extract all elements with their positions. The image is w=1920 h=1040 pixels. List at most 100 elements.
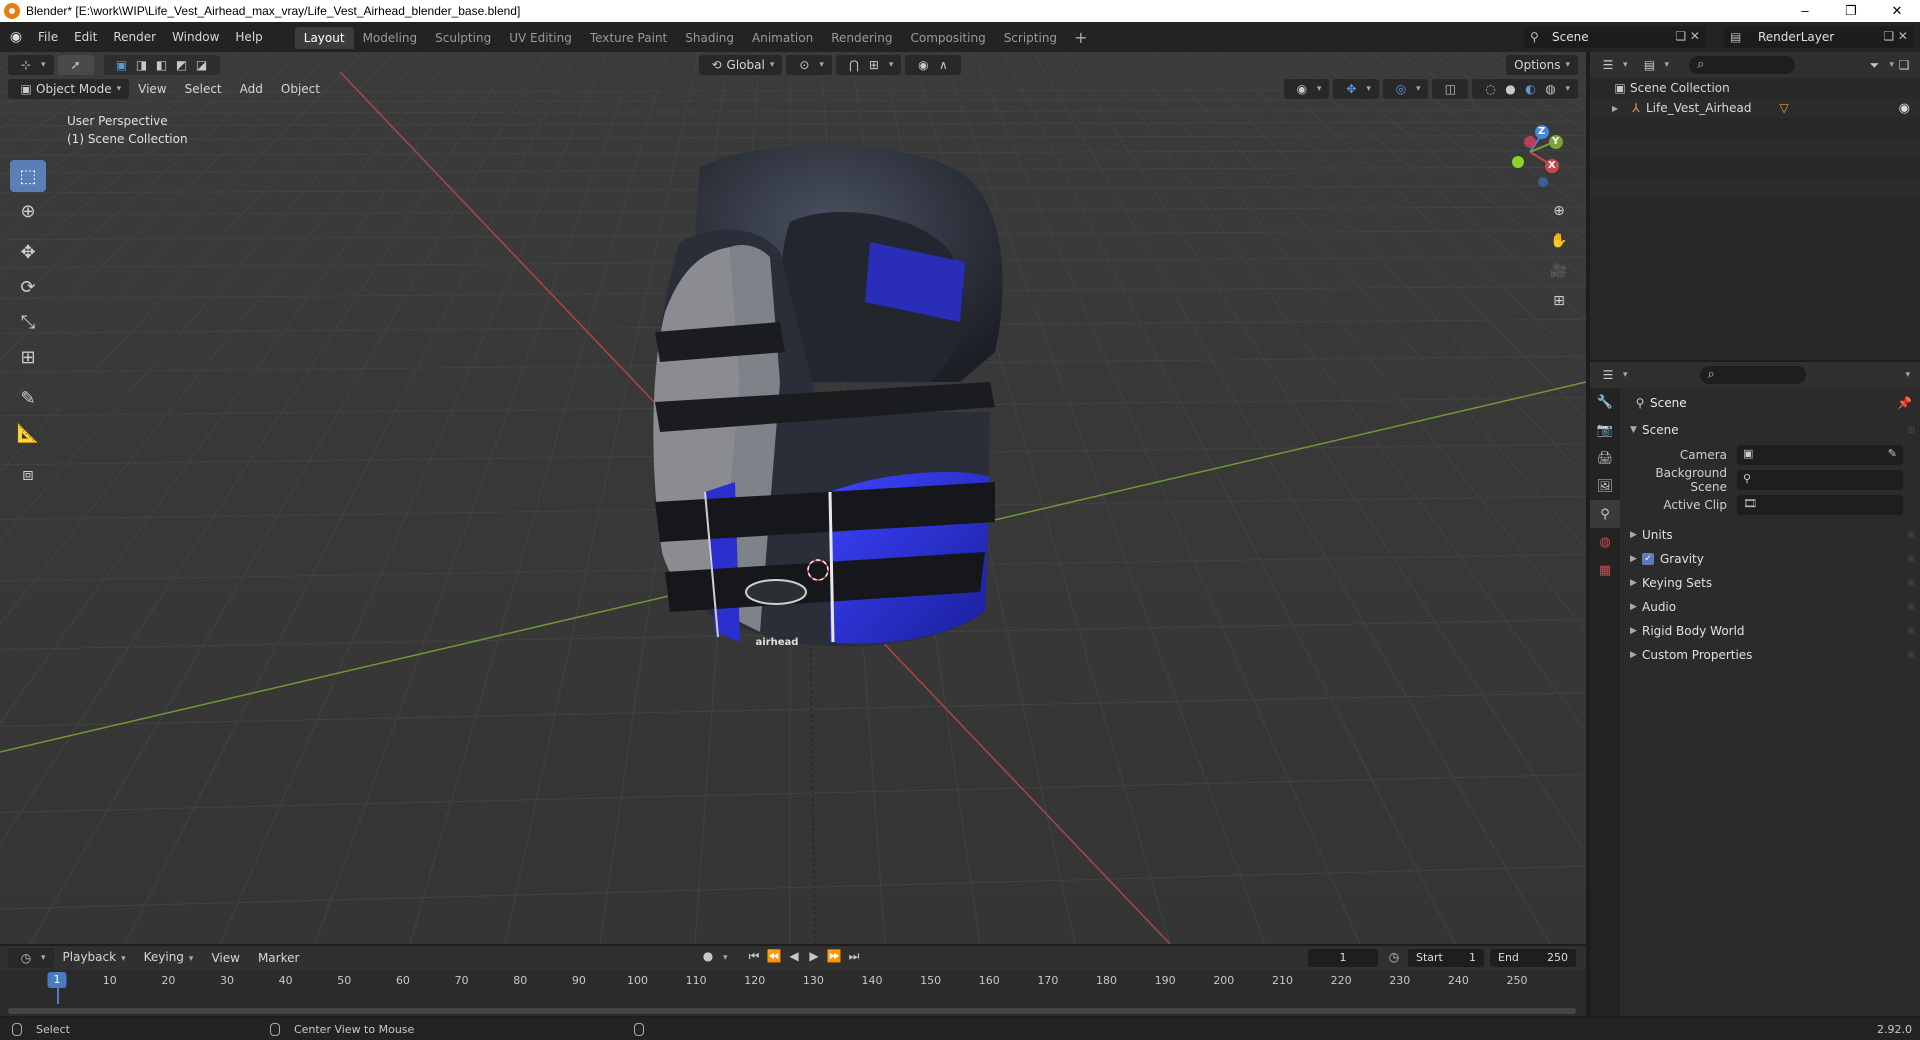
add-cube-tool-icon[interactable]: ⧈ [10, 458, 46, 490]
select-tool-button[interactable]: ➚ [57, 55, 94, 75]
menu-select[interactable]: Select [176, 79, 231, 99]
menu-keying[interactable]: Keying ▾ [135, 947, 203, 969]
drag-grip-icon[interactable]: ⁞⁞⁞ [1907, 602, 1914, 613]
minimize-button[interactable]: – [1782, 0, 1828, 22]
display-mode-icon[interactable]: ▤ [1640, 58, 1660, 72]
camera-field[interactable]: ▣ ✎ [1737, 444, 1903, 465]
drag-grip-icon[interactable]: ⁞⁞⁞ [1907, 650, 1914, 661]
eyedropper-icon[interactable]: ✎ [1888, 447, 1897, 460]
blender-menu-icon[interactable]: ◉ [6, 28, 26, 46]
tab-texture-paint[interactable]: Texture Paint [581, 27, 676, 49]
cursor-tool-icon[interactable]: ⊕ [10, 195, 46, 227]
tab-modeling[interactable]: Modeling [354, 27, 427, 49]
menu-add[interactable]: Add [231, 79, 272, 99]
perspective-toggle-icon[interactable]: ⊞ [1544, 286, 1574, 316]
timeline-ruler[interactable]: 1 10 20 30 40 50 60 70 80 90 100 110 120 130 140 150 160… [0, 970, 1586, 1004]
snap-toggle[interactable]: ⋂ ⊞ ▾ [835, 55, 902, 75]
scene-selector[interactable]: ⚲ Scene ❏ ✕ [1524, 26, 1706, 48]
expand-arrow-icon[interactable]: ▶ [1612, 104, 1626, 113]
editor-type-button[interactable]: ⊹ ▾ [8, 55, 54, 75]
play-icon[interactable]: ▶ [804, 949, 824, 964]
camera-view-icon[interactable]: 🎥 [1544, 256, 1574, 286]
current-frame-field[interactable]: 1 [1308, 949, 1378, 967]
3d-viewport[interactable]: airhead ⊹ ▾ ➚ ▣ ◨ ◧ ◩ ◪ ⟲ Global ▾ ⊙ ▾ ⋂ ⊞ ▾ ◉ ∧ Op… [0, 52, 1586, 944]
close-button[interactable]: ✕ [1874, 0, 1920, 22]
pin-icon[interactable]: 📌 [1897, 396, 1912, 410]
tool-tab-icon[interactable]: 🔧 [1590, 388, 1620, 416]
panel-custom-properties[interactable]: ▶ Custom Properties ⁞⁞⁞ [1622, 643, 1920, 667]
gizmo-toggle[interactable]: ✥ ▾ [1333, 79, 1379, 99]
zoom-icon[interactable]: ⊕ [1544, 196, 1574, 226]
jump-start-icon[interactable]: ⏮ [744, 949, 764, 964]
scene-tab-icon[interactable]: ⚲ [1590, 500, 1620, 528]
current-frame-marker[interactable]: 1 [47, 972, 67, 988]
options-dropdown[interactable]: Options ▾ [1506, 55, 1578, 75]
texture-tab-icon[interactable]: ▦ [1590, 556, 1620, 584]
transform-orientation-dropdown[interactable]: ⟲ Global ▾ [698, 55, 783, 75]
prev-keyframe-icon[interactable]: ⏪ [764, 949, 784, 964]
pan-hand-icon[interactable]: ✋ [1544, 226, 1574, 256]
panel-rigid-body-world[interactable]: ▶ Rigid Body World ⁞⁞⁞ [1622, 619, 1920, 643]
options-chevron-icon[interactable]: ▾ [1905, 370, 1910, 380]
play-reverse-icon[interactable]: ◀ [784, 949, 804, 964]
overlay-toggle[interactable]: ◎ ▾ [1382, 79, 1429, 99]
select-box-tool-icon[interactable]: ⬚ [10, 160, 46, 192]
annotate-tool-icon[interactable]: ✎ [10, 382, 46, 414]
menu-object[interactable]: Object [272, 79, 329, 99]
panel-gravity[interactable]: ▶ ✓ Gravity ⁞⁞⁞ [1622, 547, 1920, 571]
timeline-scrollbar[interactable] [8, 1008, 1576, 1014]
panel-keying-sets[interactable]: ▶ Keying Sets ⁞⁞⁞ [1622, 571, 1920, 595]
menu-edit[interactable]: Edit [66, 22, 105, 52]
next-keyframe-icon[interactable]: ⏩ [824, 949, 844, 964]
visibility-dropdown[interactable]: ◉ ▾ [1283, 79, 1330, 99]
start-frame-field[interactable]: Start 1 [1408, 949, 1484, 967]
drag-grip-icon[interactable]: ⁞⁞⁞ [1907, 425, 1914, 436]
shading-modes[interactable]: ◌ ● ◐ ◍ ▾ [1472, 79, 1578, 99]
render-tab-icon[interactable]: 📷 [1590, 416, 1620, 444]
properties-search-input[interactable] [1699, 366, 1806, 384]
render-layer-selector[interactable]: ▤ RenderLayer ❏ ✕ [1724, 26, 1914, 48]
tab-compositing[interactable]: Compositing [901, 27, 994, 49]
menu-view[interactable]: View [129, 79, 175, 99]
panel-units[interactable]: ▶ Units ⁞⁞⁞ [1622, 523, 1920, 547]
visibility-eye-icon[interactable]: ◉ [1899, 101, 1910, 116]
gravity-checkbox[interactable]: ✓ [1642, 553, 1654, 565]
auto-keying-icon[interactable]: ● ▾ [698, 949, 728, 963]
move-tool-icon[interactable]: ✥ [10, 236, 46, 268]
jump-end-icon[interactable]: ⏭ [844, 949, 864, 964]
panel-audio[interactable]: ▶ Audio ⁞⁞⁞ [1622, 595, 1920, 619]
menu-file[interactable]: File [30, 22, 66, 52]
mode-dropdown[interactable]: ▣ Object Mode ▾ [8, 79, 130, 99]
menu-render[interactable]: Render [105, 22, 164, 52]
properties-editor-icon[interactable]: ☰ [1598, 368, 1618, 382]
preview-range-icon[interactable]: ◷ [1384, 950, 1404, 964]
tab-uv-editing[interactable]: UV Editing [500, 27, 581, 49]
tab-scripting[interactable]: Scripting [995, 27, 1066, 49]
drag-grip-icon[interactable]: ⁞⁞⁞ [1907, 578, 1914, 589]
scene-copy-icon[interactable]: ❏ ✕ [1675, 29, 1700, 43]
world-tab-icon[interactable]: ◍ [1590, 528, 1620, 556]
drag-grip-icon[interactable]: ⁞⁞⁞ [1907, 626, 1914, 637]
menu-playback[interactable]: Playback ▾ [54, 947, 135, 969]
outliner-search-input[interactable] [1689, 56, 1796, 74]
active-clip-field[interactable]: 🎞 [1737, 494, 1903, 515]
restore-button[interactable]: ❐ [1828, 0, 1874, 22]
measure-tool-icon[interactable]: 📐 [10, 417, 46, 449]
navigation-gizmo[interactable] [1490, 112, 1570, 192]
transform-tool-icon[interactable]: ⊞ [10, 341, 46, 373]
tab-sculpting[interactable]: Sculpting [426, 27, 500, 49]
timeline-editor-type[interactable]: ◷ ▾ [8, 948, 54, 968]
new-collection-icon[interactable]: ❏ [1894, 58, 1914, 72]
render-layer-copy-icon[interactable]: ❏ ✕ [1883, 29, 1908, 43]
scene-collection-row[interactable]: ▣ Scene Collection [1590, 78, 1920, 98]
pivot-point-dropdown[interactable]: ⊙ ▾ [786, 55, 832, 75]
scene-section-header[interactable]: ▼ Scene ⁞⁞⁞ [1622, 418, 1920, 442]
add-workspace-icon[interactable]: + [1066, 28, 1095, 47]
view-layer-tab-icon[interactable]: 🖼 [1590, 472, 1620, 500]
tab-layout[interactable]: Layout [294, 27, 354, 49]
scale-tool-icon[interactable]: ⤡ [10, 306, 46, 338]
drag-grip-icon[interactable]: ⁞⁞⁞ [1907, 554, 1914, 565]
output-tab-icon[interactable]: 🖨 [1590, 444, 1620, 472]
xray-toggle[interactable]: ◫ [1432, 79, 1469, 99]
playhead-line[interactable] [57, 988, 59, 1004]
